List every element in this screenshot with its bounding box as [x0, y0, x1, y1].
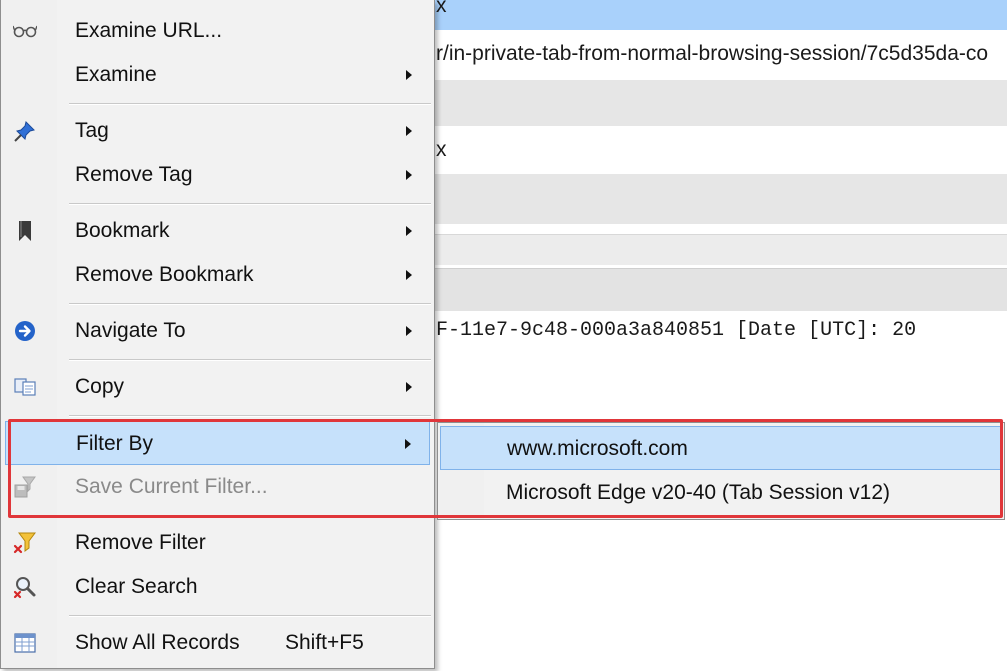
menu-item-label: Navigate To [75, 319, 186, 342]
filter-by-submenu: www.microsoft.com Microsoft Edge v20-40 … [437, 422, 1005, 520]
submenu-arrow-icon [405, 439, 411, 449]
submenu-arrow-icon [406, 226, 412, 236]
menu-item-copy[interactable]: Copy [5, 365, 430, 409]
menu-item-remove-filter[interactable]: Remove Filter [5, 521, 430, 565]
menu-item-clear-search[interactable]: Clear Search [5, 565, 430, 609]
submenu-item-label: www.microsoft.com [507, 437, 688, 460]
submenu-arrow-icon [406, 126, 412, 136]
submenu-arrow-icon [406, 170, 412, 180]
menu-item-bookmark[interactable]: Bookmark [5, 209, 430, 253]
table-icon [13, 631, 37, 655]
menu-separator [69, 359, 431, 361]
menu-item-shortcut: Shift+F5 [285, 631, 364, 654]
menu-item-label: Clear Search [75, 575, 198, 598]
menu-separator [69, 303, 431, 305]
submenu-arrow-icon [406, 326, 412, 336]
row-text: x [436, 138, 447, 161]
remove-filter-icon [13, 531, 37, 555]
glasses-icon [13, 19, 37, 43]
menu-item-label: Remove Filter [75, 531, 206, 554]
menu-item-label: Tag [75, 119, 109, 142]
menu-item-examine[interactable]: Examine [5, 53, 430, 97]
clear-search-icon [13, 575, 37, 599]
arrow-circle-icon [13, 319, 37, 343]
context-menu: Examine URL... Examine Tag Remove Tag Bo… [0, 0, 435, 669]
menu-separator [69, 203, 431, 205]
menu-separator [69, 515, 431, 517]
menu-item-remove-bookmark[interactable]: Remove Bookmark [5, 253, 430, 297]
menu-item-label: Filter By [76, 432, 154, 455]
row-text: x [436, 0, 447, 17]
submenu-item-edge-tab-session[interactable]: Microsoft Edge v20-40 (Tab Session v12) [440, 471, 1002, 515]
menu-item-label: Copy [75, 375, 125, 398]
menu-separator [69, 103, 431, 105]
menu-item-label: Bookmark [75, 219, 170, 242]
url-text: r/in-private-tab-from-normal-browsing-se… [436, 42, 989, 65]
bookmark-icon [13, 219, 37, 243]
menu-item-tag[interactable]: Tag [5, 109, 430, 153]
menu-item-label: Examine URL... [75, 19, 223, 42]
menu-item-filter-by[interactable]: Filter By [5, 421, 430, 465]
menu-item-label: Remove Bookmark [75, 263, 254, 286]
menu-item-examine-url[interactable]: Examine URL... [5, 9, 430, 53]
detail-text: F-11e7-9c48-000a3a840851 [Date [UTC]: 20 [436, 319, 917, 342]
menu-item-label: Show All Records [75, 631, 240, 654]
menu-separator [69, 415, 431, 417]
menu-item-navigate-to[interactable]: Navigate To [5, 309, 430, 353]
submenu-arrow-icon [406, 70, 412, 80]
menu-item-show-all-records[interactable]: Show All Records Shift+F5 [5, 621, 430, 665]
pushpin-icon [13, 119, 37, 143]
menu-item-save-current-filter[interactable]: Save Current Filter... [5, 465, 430, 509]
submenu-item-microsoft-domain[interactable]: www.microsoft.com [440, 426, 1002, 470]
submenu-arrow-icon [406, 382, 412, 392]
menu-item-label: Remove Tag [75, 163, 193, 186]
menu-item-label: Save Current Filter... [75, 475, 268, 498]
submenu-arrow-icon [406, 270, 412, 280]
copy-icon [13, 375, 37, 399]
submenu-item-label: Microsoft Edge v20-40 (Tab Session v12) [506, 481, 891, 504]
menu-separator [69, 615, 431, 617]
menu-item-remove-tag[interactable]: Remove Tag [5, 153, 430, 197]
save-filter-icon [13, 475, 37, 499]
menu-item-label: Examine [75, 63, 157, 86]
